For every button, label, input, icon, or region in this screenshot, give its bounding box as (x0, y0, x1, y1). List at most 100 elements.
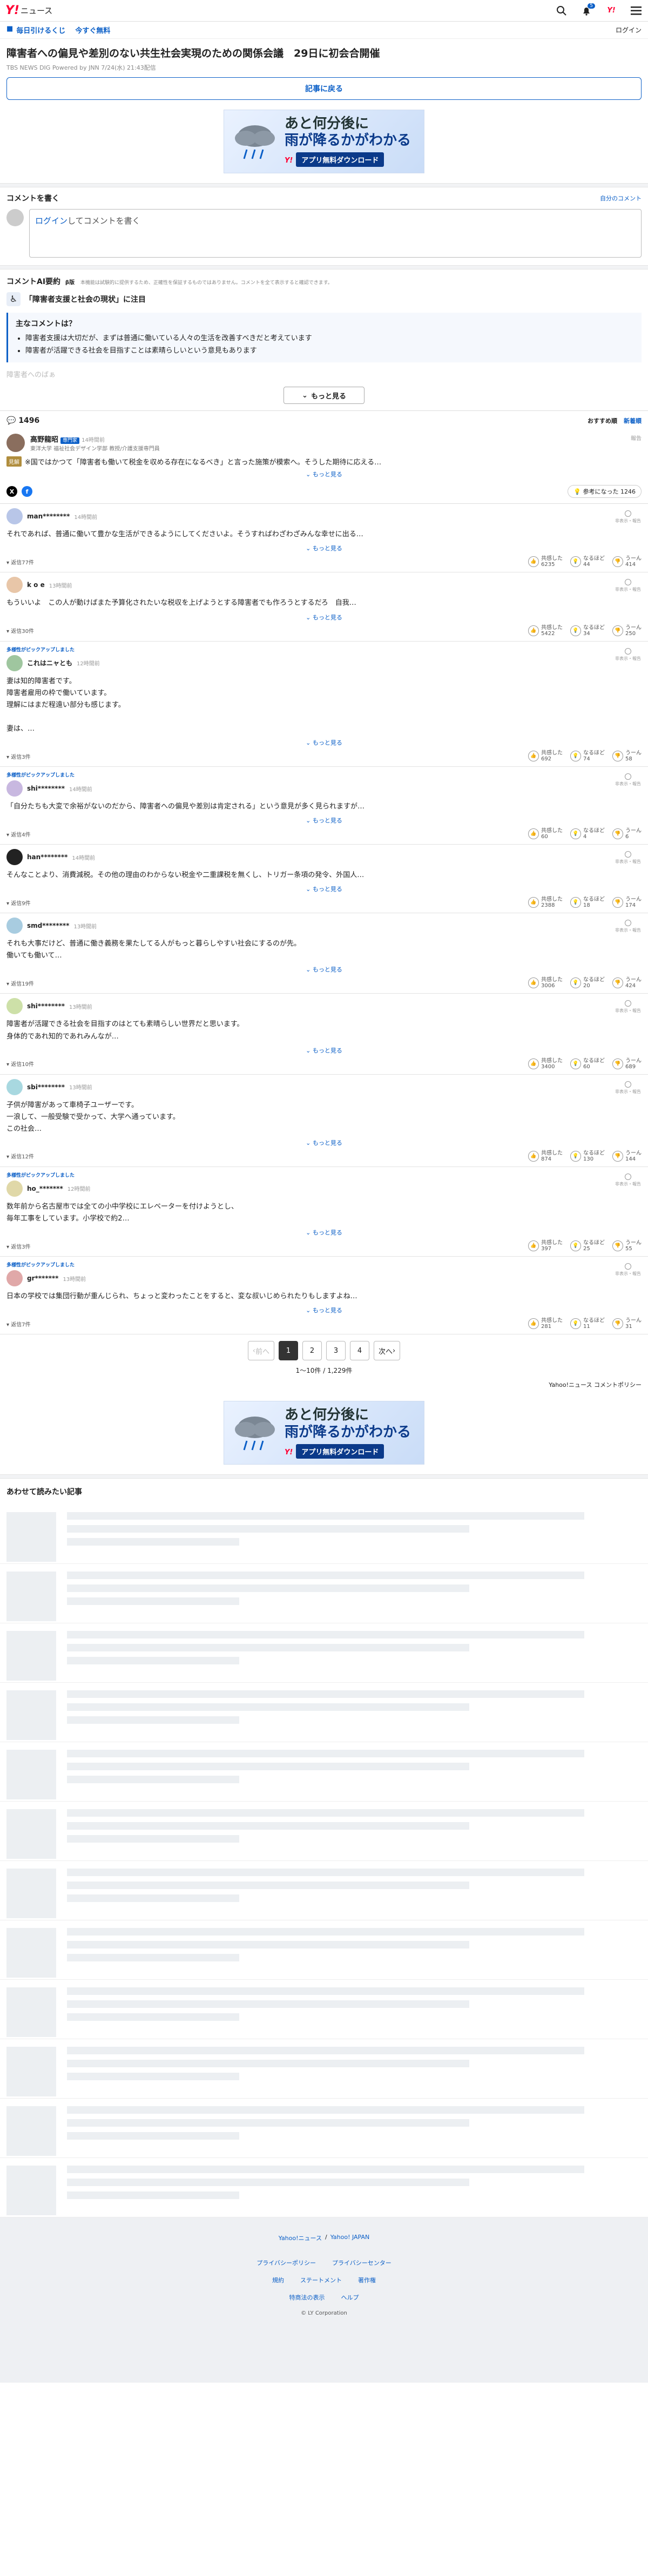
comment-policy-link[interactable]: Yahoo!ニュース コメントポリシー (0, 1380, 648, 1389)
avatar[interactable] (6, 1078, 23, 1095)
hmm-button[interactable]: 👎 うーん 31 (612, 1318, 642, 1330)
hide-report-button[interactable]: 非表示・報告 (615, 510, 642, 524)
comment-username[interactable]: man******** (27, 512, 70, 520)
hmm-button[interactable]: 👎 うーん 689 (612, 1058, 642, 1070)
hmm-button[interactable]: 👎 うーん 55 (612, 1240, 642, 1252)
avatar[interactable] (6, 780, 23, 797)
insight-button[interactable]: 💡 なるほど 34 (570, 625, 605, 637)
replies-toggle[interactable]: ▾ 返信12件 (6, 1152, 34, 1160)
insight-button[interactable]: 💡 なるほど 18 (570, 896, 605, 908)
hide-report-button[interactable]: 非表示・報告 (615, 1263, 642, 1277)
comment-username[interactable]: smd******** (27, 922, 69, 929)
empathy-button[interactable]: 👍 共感した 3006 (528, 977, 563, 989)
footer-privacy-policy[interactable]: プライバシーポリシー (256, 2258, 316, 2267)
comment-more-link[interactable]: ⌄ もっと見る (6, 965, 642, 974)
comment-more-link[interactable]: ⌄ もっと見る (6, 738, 642, 747)
comment-username[interactable]: gr******* (27, 1274, 58, 1282)
empathy-button[interactable]: 👍 共感した 6235 (528, 556, 563, 568)
replies-toggle[interactable]: ▾ 返信3件 (6, 752, 31, 760)
ai-more-button[interactable]: ⌄ もっと見る (284, 387, 364, 404)
search-icon[interactable] (555, 4, 568, 17)
avatar[interactable] (6, 1180, 23, 1197)
comment-username[interactable]: k o e (27, 581, 45, 589)
sort-recommended[interactable]: おすすめ順 (588, 416, 617, 425)
footer-help[interactable]: ヘルプ (341, 2293, 359, 2302)
page-4[interactable]: 4 (350, 1341, 369, 1361)
weather-app-ad[interactable]: あと何分後に 雨が降るかがわかる Y! アプリ無料ダウンロード (224, 109, 424, 173)
replies-toggle[interactable]: ▾ 返信30件 (6, 626, 34, 635)
free-link[interactable]: 今すぐ無料 (75, 25, 110, 35)
replies-toggle[interactable]: ▾ 返信3件 (6, 1242, 31, 1250)
hmm-button[interactable]: 👎 うーん 424 (612, 977, 642, 989)
hmm-button[interactable]: 👎 うーん 6 (612, 828, 642, 840)
hide-report-button[interactable]: 非表示・報告 (615, 579, 642, 592)
yahoo-news-logo[interactable]: Y! ニュース (5, 4, 52, 17)
expert-name[interactable]: 高野龍昭 (30, 436, 58, 444)
x-share-icon[interactable]: X (6, 486, 17, 497)
comment-more-link[interactable]: ⌄ もっと見る (6, 544, 642, 552)
hide-report-button[interactable]: 非表示・報告 (615, 1081, 642, 1095)
comment-username[interactable]: han******** (27, 853, 68, 861)
empathy-button[interactable]: 👍 共感した 60 (528, 828, 563, 840)
footer-copyright[interactable]: 著作権 (358, 2276, 376, 2284)
weather-app-ad-bottom[interactable]: あと何分後に 雨が降るかがわかる Y! アプリ無料ダウンロード (224, 1401, 424, 1465)
comment-more-link[interactable]: ⌄ もっと見る (6, 816, 642, 825)
hide-report-button[interactable]: 非表示・報告 (615, 773, 642, 787)
page-2[interactable]: 2 (302, 1341, 322, 1361)
empathy-button[interactable]: 👍 共感した 3400 (528, 1058, 563, 1070)
insight-button[interactable]: 💡 なるほど 44 (570, 556, 605, 568)
lottery-link[interactable]: 毎日引けるくじ (16, 25, 65, 35)
footer-yahoo-news-link[interactable]: Yahoo!ニュース (279, 2234, 322, 2242)
footer-privacy-center[interactable]: プライバシーセンター (332, 2258, 392, 2267)
replies-toggle[interactable]: ▾ 返信4件 (6, 830, 31, 838)
avatar[interactable] (6, 577, 23, 594)
report-link[interactable]: 報告 (631, 434, 642, 452)
insight-button[interactable]: 💡 なるほど 74 (570, 750, 605, 762)
login-link[interactable]: ログイン (616, 25, 642, 35)
footer-statement[interactable]: ステートメント (300, 2276, 342, 2284)
comment-username[interactable]: ho_******* (27, 1185, 63, 1192)
next-page-button[interactable]: 次へ › (374, 1341, 401, 1361)
empathy-button[interactable]: 👍 共感した 5422 (528, 625, 563, 637)
yahoo-top-icon[interactable]: Y! (605, 4, 618, 17)
hmm-button[interactable]: 👎 うーん 144 (612, 1150, 642, 1162)
insight-button[interactable]: 💡 なるほど 25 (570, 1240, 605, 1252)
insight-button[interactable]: 💡 なるほど 4 (570, 828, 605, 840)
comment-username[interactable]: shi******** (27, 1002, 65, 1010)
helpful-button[interactable]: 💡 参考になった 1246 (568, 485, 642, 498)
page-1[interactable]: 1 (279, 1341, 298, 1361)
ad-download-button[interactable]: アプリ無料ダウンロード (296, 1444, 384, 1459)
prev-page-button[interactable]: ‹ 前へ (247, 1341, 274, 1361)
avatar[interactable] (6, 655, 23, 671)
comment-more-link[interactable]: ⌄ もっと見る (6, 613, 642, 622)
bell-icon[interactable]: 5 (580, 3, 595, 17)
hide-report-button[interactable]: 非表示・報告 (615, 920, 642, 933)
ad-download-button[interactable]: アプリ無料ダウンロード (296, 152, 384, 167)
replies-toggle[interactable]: ▾ 返信10件 (6, 1060, 34, 1068)
empathy-button[interactable]: 👍 共感した 281 (528, 1318, 563, 1330)
back-to-article-button[interactable]: 記事に戻る (6, 77, 642, 100)
expert-more-link[interactable]: ⌄ もっと見る (0, 470, 648, 478)
hide-report-button[interactable]: 非表示・報告 (615, 648, 642, 662)
comment-more-link[interactable]: ⌄ もっと見る (6, 885, 642, 893)
avatar[interactable] (6, 849, 23, 866)
insight-button[interactable]: 💡 なるほど 60 (570, 1058, 605, 1070)
hmm-button[interactable]: 👎 うーん 414 (612, 556, 642, 568)
insight-button[interactable]: 💡 なるほど 130 (570, 1150, 605, 1162)
replies-toggle[interactable]: ▾ 返信9件 (6, 899, 31, 907)
sort-new[interactable]: 新着順 (624, 416, 642, 425)
comment-input[interactable]: ログインしてコメントを書く (29, 208, 642, 258)
my-comments-link[interactable]: 自分のコメント (600, 194, 642, 203)
hmm-button[interactable]: 👎 うーん 250 (612, 625, 642, 637)
empathy-button[interactable]: 👍 共感した 397 (528, 1240, 563, 1252)
expert-text[interactable]: ※国ではかつて「障害者も働いて税金を収める存在になるべき」と言った施策が模索へ。… (25, 456, 381, 467)
hmm-button[interactable]: 👎 うーん 174 (612, 896, 642, 908)
menu-icon[interactable] (630, 4, 643, 17)
avatar[interactable] (6, 1270, 23, 1287)
avatar[interactable] (6, 918, 23, 934)
empathy-button[interactable]: 👍 共感した 692 (528, 750, 563, 762)
hide-report-button[interactable]: 非表示・報告 (615, 851, 642, 865)
comment-more-link[interactable]: ⌄ もっと見る (6, 1228, 642, 1237)
comment-username[interactable]: sbi******** (27, 1083, 65, 1091)
footer-commerce-law[interactable]: 特商法の表示 (289, 2293, 325, 2302)
